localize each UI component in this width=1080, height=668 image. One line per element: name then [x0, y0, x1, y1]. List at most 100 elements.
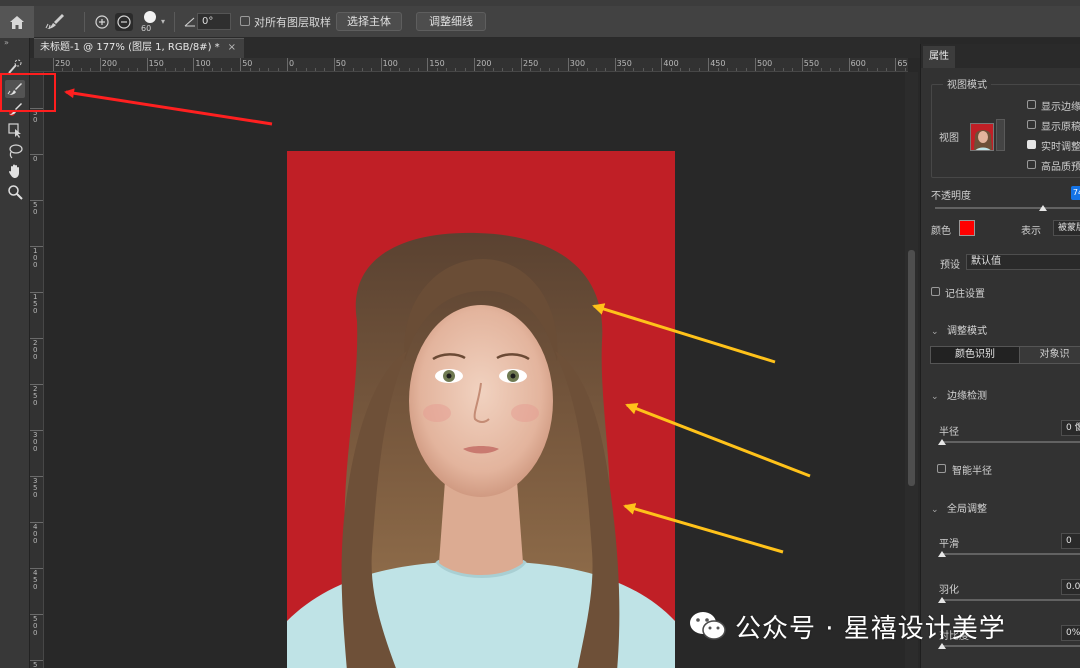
properties-panel: 属性 视图模式 视图 显示边缘 显示原稿 实时调整 高品质预 不透明度 74 颜… [920, 44, 1080, 668]
ruler-label: 4 0 0 [33, 523, 38, 545]
expand-detection-area-button[interactable] [93, 13, 111, 31]
sample-all-layers-checkbox[interactable] [240, 16, 250, 26]
document-canvas[interactable] [45, 72, 905, 668]
refine-hair-button[interactable]: 调整细线 [416, 12, 486, 31]
ruler-label: 550 [803, 59, 820, 68]
radius-input[interactable]: 0 像素 [1061, 420, 1080, 436]
ruler-label: 500 [757, 59, 773, 68]
feather-slider-knob[interactable] [938, 597, 946, 603]
ruler-tick [146, 58, 148, 71]
opacity-slider-knob[interactable] [1039, 205, 1048, 211]
adjust-mode-segmented: 颜色识别 对象识 [930, 346, 1080, 364]
close-icon[interactable]: × [228, 39, 236, 57]
smooth-slider-knob[interactable] [938, 551, 946, 557]
ruler-label: 150 [429, 59, 445, 68]
ruler-label: 3 0 0 [33, 431, 38, 453]
indicates-label: 表示 [1021, 226, 1041, 237]
home-button[interactable] [0, 6, 34, 38]
preset-dropdown[interactable]: 默认值 [966, 254, 1080, 270]
zoom-tool[interactable] [5, 183, 25, 201]
global-refine-section[interactable]: ⌄ 全局调整 [931, 500, 987, 515]
vertical-scrollbar[interactable] [905, 72, 918, 668]
horizontal-ruler[interactable]: 250 200 150 100 50 0 50 100 150 200 250 300 350 400 45… [30, 58, 908, 72]
radius-slider-track[interactable] [941, 441, 1080, 443]
lasso-icon [9, 144, 23, 159]
vertical-ruler[interactable]: 5 0 0 5 0 1 0 0 1 5 0 2 0 0 2 5 0 3 0 0 3 5 0 4 0… [30, 72, 44, 668]
feather-label: 羽化 [939, 585, 959, 596]
collapse-toolbar-icon[interactable]: » [4, 38, 9, 47]
view-mode-dropdown[interactable] [996, 119, 1005, 151]
ruler-tick [567, 58, 569, 71]
chevron-down-icon: ⌄ [931, 392, 939, 402]
home-icon [10, 15, 24, 29]
remember-settings-checkbox[interactable] [931, 287, 940, 296]
ruler-tick [53, 58, 54, 71]
ruler-label: 5 0 [33, 109, 38, 124]
angle-input[interactable]: 0° [197, 13, 231, 30]
show-edge-checkbox[interactable] [1027, 100, 1036, 109]
wechat-icon [690, 612, 726, 640]
ruler-label: 4 5 0 [33, 569, 38, 591]
ruler-label: 50 [335, 59, 346, 68]
options-separator [174, 12, 175, 32]
realtime-adjust-label: 实时调整 [1041, 142, 1080, 153]
scrollbar-thumb[interactable] [908, 250, 915, 486]
ruler-tick [708, 58, 710, 71]
ruler-tick [895, 58, 897, 71]
opacity-label: 不透明度 [931, 191, 971, 202]
indicates-dropdown[interactable]: 被蒙版 [1053, 220, 1080, 236]
object-selection-tool[interactable] [5, 121, 25, 139]
portrait-photo [287, 151, 675, 668]
smooth-input[interactable]: 0 [1061, 533, 1080, 549]
restore-original-edge-button[interactable] [115, 13, 133, 31]
options-separator [84, 12, 85, 32]
portrait-illustration [287, 232, 675, 668]
object-aware-button[interactable]: 对象识 [1019, 347, 1080, 363]
opacity-value[interactable]: 74 [1071, 186, 1080, 200]
show-original-checkbox[interactable] [1027, 120, 1036, 129]
realtime-adjust-checkbox[interactable] [1027, 140, 1036, 149]
ruler-label: 1 5 0 [33, 293, 38, 315]
ruler-tick [193, 58, 195, 71]
select-subject-button[interactable]: 选择主体 [336, 12, 402, 31]
chevron-down-icon: ⌄ [931, 327, 939, 337]
smart-radius-checkbox[interactable] [937, 464, 946, 473]
show-original-label: 显示原稿 [1041, 122, 1080, 133]
adjust-mode-section[interactable]: ⌄ 调整模式 [931, 322, 987, 337]
show-edge-label: 显示边缘 [1041, 102, 1080, 113]
brush-size-preview[interactable] [144, 11, 156, 23]
ruler-label: 100 [195, 59, 211, 68]
ruler-tick [474, 58, 476, 71]
ruler-label: 350 [616, 59, 632, 68]
ruler-label: 200 [476, 59, 492, 68]
object-selection-icon [8, 123, 21, 138]
opacity-slider-track[interactable] [935, 207, 1080, 209]
view-thumbnail[interactable] [970, 123, 994, 151]
watermark: 公众号 · 星禧设计美学 [689, 606, 1006, 646]
smart-radius-label: 智能半径 [952, 466, 992, 477]
contrast-input[interactable]: 0% [1061, 625, 1080, 641]
feather-slider-track[interactable] [941, 599, 1080, 601]
hand-tool[interactable] [5, 162, 25, 180]
chevron-down-icon[interactable]: ▾ [161, 17, 165, 26]
edge-detection-label: 边缘检测 [947, 391, 987, 402]
refine-brush-preset-icon[interactable] [44, 12, 66, 32]
ruler-label: 200 [101, 59, 118, 68]
edge-detection-section[interactable]: ⌄ 边缘检测 [931, 387, 987, 402]
hq-preview-checkbox[interactable] [1027, 160, 1036, 169]
lasso-tool[interactable] [5, 142, 25, 160]
smooth-slider-track[interactable] [941, 553, 1080, 555]
feather-input[interactable]: 0.0 像 [1061, 579, 1080, 595]
view-mode-label: 视图模式 [943, 76, 991, 91]
preset-label: 预设 [940, 260, 960, 271]
ruler-label: 2 5 0 [33, 385, 38, 407]
ruler-tick [427, 58, 429, 71]
sample-all-layers-label: 对所有图层取样 [254, 16, 331, 29]
radius-slider-knob[interactable] [938, 439, 946, 445]
tab-properties[interactable]: 属性 [923, 46, 955, 68]
ruler-label: 5 0 [33, 201, 38, 216]
overlay-color-swatch[interactable] [959, 220, 975, 236]
document-tab[interactable]: 未标题-1 @ 177% (图层 1, RGB/8#) * × [34, 38, 244, 58]
color-aware-button[interactable]: 颜色识别 [931, 347, 1019, 363]
ruler-label: 1 0 0 [33, 247, 38, 269]
